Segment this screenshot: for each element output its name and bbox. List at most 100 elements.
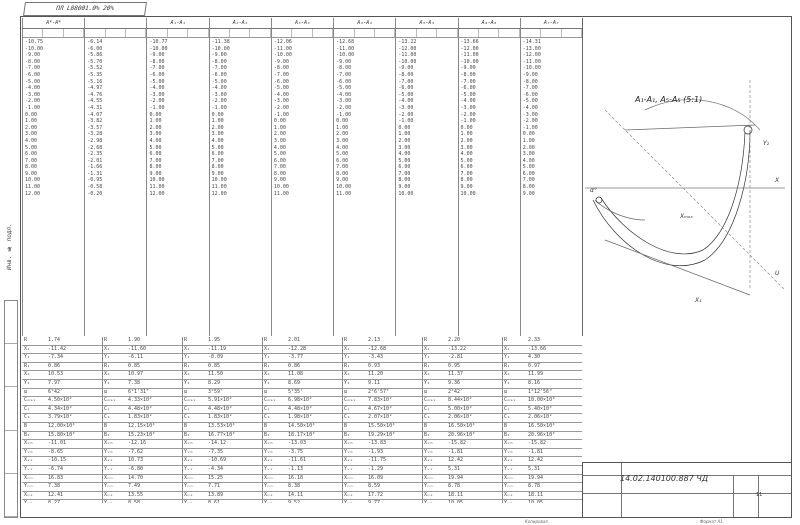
parameter-value: -10.69	[208, 457, 227, 464]
parameter-value: 1°12'56"	[528, 388, 553, 395]
parameter-value: -7.35	[208, 448, 224, 455]
parameter-label: Yᵥₓ	[424, 465, 434, 472]
column-divider	[182, 337, 183, 503]
parameter-label: X₂	[504, 371, 511, 378]
parameter-value: 12.00×10⁴	[48, 422, 76, 429]
parameter-label: X₂	[424, 371, 431, 378]
parameter-label: Xₙₓ	[104, 491, 114, 498]
parameter-label: Yₙₓ	[504, 500, 513, 503]
parameter-label: Cₘₐₓ	[424, 397, 437, 404]
blade-section-drawing: α° X U Xₘₐₓ X₁ Y₂	[585, 80, 786, 304]
parameter-value: 1.83×10²	[128, 414, 153, 421]
parameter-value: 0.97	[528, 362, 541, 369]
profile-coordinates-table: А*-А* -10.75 -10.00 -9.00 -8.00 -7.00 -6.…	[22, 18, 583, 336]
parameter-value: 7.38	[128, 379, 141, 386]
parameter-value: 10.00×10²	[528, 397, 556, 404]
parameter-label: C₁	[264, 414, 271, 421]
parameter-row: Yᵥₕ -8.65 Yᵥₕ -7.62 Yᵥₕ -7.35 Yᵥₕ -3.75 Yᵥₕ -1.93…	[22, 449, 582, 458]
side-code-strip: Инв. № подл.	[6, 223, 13, 270]
parameter-label: R	[104, 337, 108, 343]
parameter-value: 13.89	[208, 491, 224, 498]
parameter-value: 6.98×10²	[288, 397, 313, 404]
coordinate-column: А₃-А₃ -12.06 -11.00 -10.00 -9.00 -8.00 -7…	[270, 18, 334, 336]
parameter-value: -7.62	[128, 448, 144, 455]
parameter-label: Xᵥₕ	[504, 440, 514, 447]
parameter-value: 7.38	[48, 483, 61, 490]
parameter-label: Yₙₓ	[24, 500, 33, 503]
parameter-value: 4.48×10²	[208, 405, 233, 412]
parameter-label: Yᵥₕ	[344, 448, 354, 455]
parameter-row: Y₂ 7.97 Y₂ 7.38 Y₂ 8.29 Y₂ 8.69 Y₂ 9.11 Y₂ 9.36 Y₂ 8.…	[22, 380, 582, 389]
parameter-label: B	[264, 422, 268, 429]
column-values: -13.22 -12.00 -11.00 -10.00 -9.00 -8.00 …	[398, 39, 417, 197]
parameter-value: 8.58	[128, 500, 140, 503]
parameter-value: 17.72	[368, 491, 384, 498]
parameter-row: Cₘₐₓ 4.50×10² Cₘₐₓ 4.33×10² Cₘₐₓ 5.91×10² Cₘₐₓ…	[22, 397, 582, 406]
parameter-value: 15.25	[208, 474, 224, 481]
column-header: А₅-А₅	[396, 18, 458, 29]
parameter-value: -1.13	[288, 465, 304, 472]
svg-text:X: X	[774, 177, 780, 184]
parameter-value: 3°59'	[208, 388, 224, 395]
parameter-label: X₁	[424, 345, 431, 352]
parameter-value: 12.42	[448, 457, 464, 464]
parameter-label: Yₙₙ	[184, 483, 194, 490]
parameter-value: 9.11	[368, 379, 381, 386]
parameter-label: Yᵥₕ	[264, 448, 274, 455]
parameter-label: Y₂	[24, 379, 31, 386]
parameter-label: Y₁	[424, 354, 431, 361]
coordinate-column: А₂-А₂ -11.38 -10.00 -9.00 -8.00 -7.00 -6.…	[208, 18, 271, 336]
column-header: А*-А*	[23, 18, 85, 29]
parameter-value: -2.81	[448, 354, 464, 361]
parameter-value: 16.50×10⁴	[528, 422, 556, 429]
parameter-value: 8.27	[48, 500, 60, 503]
parameter-value: 16.18	[288, 474, 304, 481]
parameter-value: 2.07×10²	[368, 414, 393, 421]
parameter-row: R₁ 0.86 R₁ 0.85 R₁ 0.85 R₁ 0.86 R₁ 0.93 R₁ 0.95 R₁ 0.…	[22, 363, 582, 372]
parameter-label: Xᵥₓ	[184, 457, 194, 464]
parameter-label: Xₙₙ	[344, 474, 354, 481]
parameter-label: α	[184, 388, 188, 395]
parameter-value: -0.09	[208, 354, 224, 361]
parameter-label: X₁	[24, 345, 31, 352]
parameter-value: 12.42	[528, 457, 544, 464]
parameter-label: Yₙₙ	[424, 483, 434, 490]
parameter-value: -6.80	[128, 465, 144, 472]
parameter-row: Y₁ -7.34 Y₁ -6.11 Y₁ -0.09 Y₁ -3.77 Y₁ -3.43 Y₁ -2.…	[22, 354, 582, 363]
section-view-title: A₁-A₁, A₅-A₅ (5:1)	[635, 95, 703, 104]
coordinate-column: А₅-А₅ -13.22 -12.00 -11.00 -10.00 -9.00 -…	[395, 18, 458, 336]
parameter-label: B₁	[264, 431, 271, 438]
parameter-label: Xₙₓ	[24, 491, 34, 498]
parameter-label: R₁	[104, 362, 111, 369]
parameter-label: R₁	[184, 362, 191, 369]
parameter-value: 8.44×10²	[448, 397, 473, 404]
parameter-label: C₁	[184, 414, 191, 421]
parameter-value: 12.41	[48, 491, 64, 498]
parameter-label: Yᵥₕ	[424, 448, 434, 455]
parameter-value: 8.69	[288, 379, 301, 386]
parameter-label: B	[184, 422, 188, 429]
parameter-label: C₁	[424, 414, 431, 421]
parameter-label: Yₙₓ	[184, 500, 193, 503]
parameter-value: 13.55	[128, 491, 144, 498]
parameter-label: Xᵥₕ	[424, 440, 434, 447]
parameter-row: α 6°42' α 6°1'31" α 3°59' α 5°35' α 2°6'57" α 2°42'…	[22, 389, 582, 398]
parameter-label: Y₁	[184, 354, 191, 361]
parameter-row: Xₙₓ 12.41 Xₙₓ 13.55 Xₙₓ 13.89 Xₙₓ 14.11 Xₙₓ 17.72…	[22, 492, 582, 501]
parameter-value: 14.50×10⁴	[288, 422, 316, 429]
coordinate-column: А₄-А₄ -12.68 -11.00 -10.00 -9.00 -8.00 -7…	[333, 18, 396, 336]
parameter-label: α	[424, 388, 428, 395]
parameter-label: B₁	[344, 431, 351, 438]
column-values: -12.68 -11.00 -10.00 -9.00 -8.00 -7.00 -…	[336, 39, 355, 197]
parameter-label: Cₓ	[264, 405, 271, 412]
svg-text:α°: α°	[590, 187, 597, 194]
parameter-value: 20.96×10²	[448, 431, 476, 438]
parameter-label: α	[24, 388, 28, 395]
parameter-label: R	[504, 337, 508, 343]
parameter-label: Cₘₐₓ	[344, 397, 357, 404]
parameter-label: Cₓ	[504, 405, 511, 412]
column-values: -10.75 -10.00 -9.00 -8.00 -7.00 -6.00 -5…	[25, 39, 44, 197]
parameter-value: 7.97	[48, 379, 61, 386]
parameter-row: X₂ 10.53 X₂ 10.97 X₂ 11.50 X₂ 11.08 X₂ 11.20 X₂ 11.…	[22, 371, 582, 380]
parameter-label: C₁	[24, 414, 31, 421]
